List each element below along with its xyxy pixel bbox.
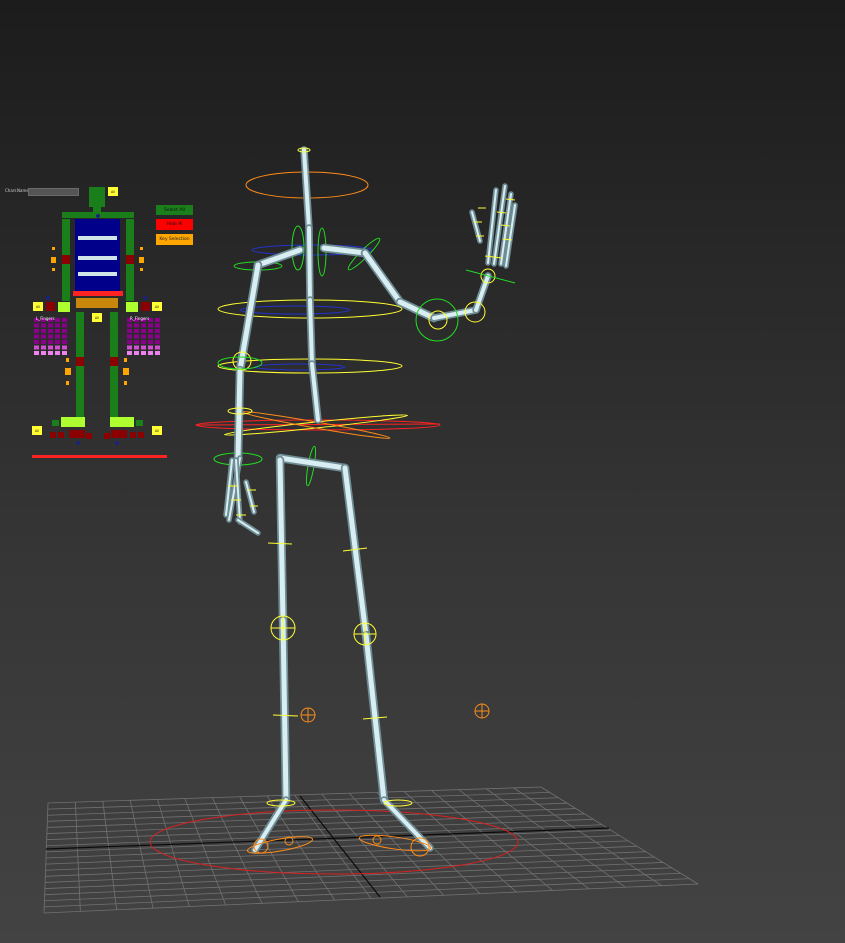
chars-label: Chars: [5, 188, 17, 193]
picker-pelvis[interactable]: [76, 298, 118, 308]
viewport-3d[interactable]: L_Fingers R_Fingers: [0, 0, 845, 943]
picker-finger-grids[interactable]: [34, 318, 160, 355]
all-button-pelvis[interactable]: All: [92, 313, 102, 322]
all-button-head[interactable]: All: [108, 187, 118, 196]
root-controls[interactable]: [149, 171, 519, 875]
all-button-left-hand[interactable]: All: [33, 302, 43, 311]
picker-spine[interactable]: [75, 219, 120, 291]
picker-head[interactable]: [89, 187, 105, 215]
all-button-left-foot[interactable]: All: [32, 426, 42, 435]
picker-com[interactable]: [73, 291, 123, 296]
all-button-right-hand[interactable]: All: [152, 302, 162, 311]
character-picker: L_Fingers R_Fingers: [32, 187, 167, 458]
torso-controls[interactable]: [195, 225, 441, 487]
all-button-right-foot[interactable]: All: [152, 426, 162, 435]
picker-feet[interactable]: [50, 430, 144, 439]
character-name-field[interactable]: [28, 188, 79, 196]
hide-ik-button[interactable]: Hide IK: [156, 219, 193, 230]
picker-root-bar[interactable]: [32, 455, 167, 458]
key-selection-button[interactable]: Key Selection: [156, 234, 193, 245]
select-all-button[interactable]: Select All: [156, 205, 193, 215]
picker-left-fingers-label: L_Fingers: [36, 316, 55, 321]
picker-right-fingers-label: R_Fingers: [130, 316, 149, 321]
skeleton-bones[interactable]: [223, 146, 518, 854]
pole-targets[interactable]: [300, 703, 490, 723]
ground-grid: [43, 786, 699, 914]
